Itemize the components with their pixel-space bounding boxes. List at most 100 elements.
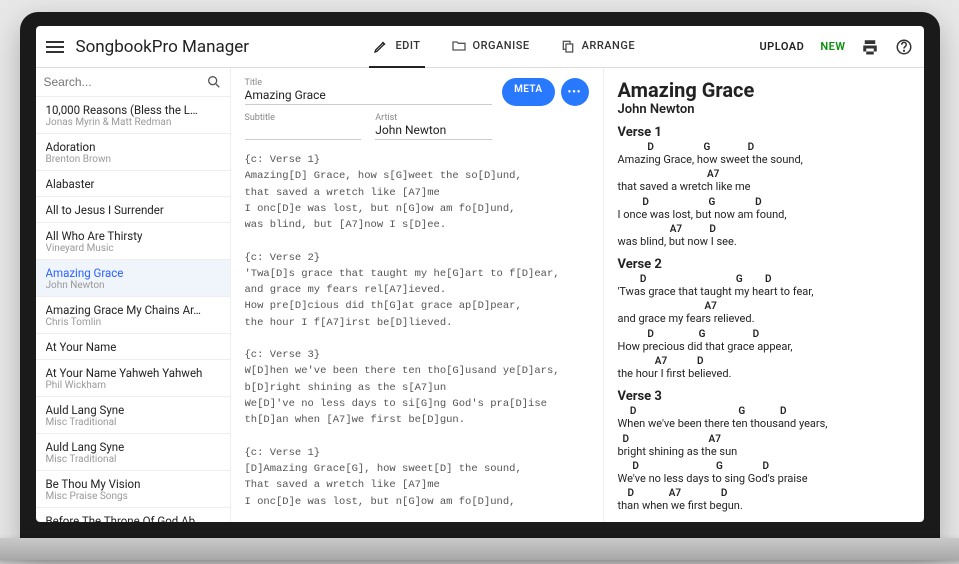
right-actions: UPLOAD NEW bbox=[759, 38, 913, 56]
song-artist: Misc Praise Songs bbox=[46, 491, 220, 502]
main-tabs: EDIT ORGANISE ARRANGE bbox=[369, 26, 639, 68]
chord-line: D G D bbox=[618, 461, 910, 472]
tab-organise[interactable]: ORGANISE bbox=[447, 26, 534, 68]
lyric-line: I once was lost, but now am found, bbox=[618, 208, 910, 222]
editor-pane: Title Amazing Grace Subtitle Artist John… bbox=[231, 68, 604, 522]
chord-line: D A7 D bbox=[618, 488, 910, 499]
top-bar: SongbookPro Manager EDIT ORGANISE ARRANG… bbox=[36, 26, 924, 68]
song-artist: Misc Traditional bbox=[46, 454, 220, 465]
lyric-line: was blind, but now I see. bbox=[618, 235, 910, 249]
chord-line: A7 D bbox=[618, 224, 910, 235]
tab-arrange-label: ARRANGE bbox=[582, 39, 635, 52]
help-icon[interactable] bbox=[895, 38, 913, 56]
song-item[interactable]: All Who Are ThirstyVineyard Music bbox=[36, 223, 230, 260]
subtitle-field[interactable]: Subtitle bbox=[245, 113, 362, 140]
song-item[interactable]: All to Jesus I Surrender bbox=[36, 197, 230, 223]
title-field-value: Amazing Grace bbox=[245, 88, 493, 102]
song-title: At Your Name bbox=[46, 340, 220, 354]
tab-edit[interactable]: EDIT bbox=[369, 26, 424, 68]
chord-line: D G D bbox=[618, 329, 910, 340]
song-title: Amazing Grace bbox=[46, 266, 220, 280]
chord-line: D G D bbox=[618, 406, 910, 417]
song-title: Auld Lang Syne bbox=[46, 403, 220, 417]
song-item[interactable]: 10,000 Reasons (Bless the L…Jonas Myrin … bbox=[36, 97, 230, 134]
song-title: Be Thou My Vision bbox=[46, 477, 220, 491]
song-artist: Phil Wickham bbox=[46, 380, 220, 391]
search-input[interactable] bbox=[44, 75, 206, 89]
song-title: All Who Are Thirsty bbox=[46, 229, 220, 243]
song-title: Alabaster bbox=[46, 177, 220, 191]
lyric-line: bright shining as the sun bbox=[618, 445, 910, 459]
lyric-line: than when we first begun. bbox=[618, 499, 910, 513]
search-row bbox=[36, 68, 230, 97]
song-artist: Chris Tomlin bbox=[46, 317, 220, 328]
title-field[interactable]: Title Amazing Grace bbox=[245, 78, 493, 105]
section-label: Verse 1 bbox=[618, 125, 910, 140]
section-label: Verse 2 bbox=[618, 257, 910, 272]
song-item[interactable]: Amazing Grace My Chains Ar…Chris Tomlin bbox=[36, 297, 230, 334]
song-item[interactable]: Be Thou My VisionMisc Praise Songs bbox=[36, 471, 230, 508]
meta-button[interactable]: META bbox=[502, 78, 554, 106]
song-item[interactable]: AdorationBrenton Brown bbox=[36, 134, 230, 171]
song-title: Amazing Grace My Chains Ar… bbox=[46, 303, 220, 317]
tab-edit-label: EDIT bbox=[395, 39, 420, 52]
song-item[interactable]: Amazing GraceJohn Newton bbox=[36, 260, 230, 297]
artist-field[interactable]: Artist John Newton bbox=[375, 113, 492, 140]
chord-line: A7 D bbox=[618, 356, 910, 367]
chordpro-editor[interactable]: {c: Verse 1} Amazing[D] Grace, how s[G]w… bbox=[245, 152, 589, 512]
sidebar: 10,000 Reasons (Bless the L…Jonas Myrin … bbox=[36, 68, 231, 522]
lyric-line: Amazing Grace, how sweet the sound, bbox=[618, 153, 910, 167]
song-item[interactable]: At Your Name bbox=[36, 334, 230, 360]
song-artist: Misc Traditional bbox=[46, 417, 220, 428]
preview-section: Verse 2 D G D'Twas grace that taught my … bbox=[618, 257, 910, 381]
song-item[interactable]: Auld Lang SyneMisc Traditional bbox=[36, 397, 230, 434]
song-list: 10,000 Reasons (Bless the L…Jonas Myrin … bbox=[36, 97, 230, 522]
chord-line: D A7 bbox=[618, 434, 910, 445]
lyric-line: 'Twas grace that taught my heart to fear… bbox=[618, 285, 910, 299]
lyric-line: and grace my fears relieved. bbox=[618, 312, 910, 326]
subtitle-field-value bbox=[245, 123, 362, 137]
lyric-line: How precious did that grace appear, bbox=[618, 340, 910, 354]
chord-line: A7 bbox=[618, 301, 910, 312]
pencil-icon bbox=[373, 38, 389, 54]
section-label: Verse 3 bbox=[618, 389, 910, 404]
song-title: 10,000 Reasons (Bless the L… bbox=[46, 103, 220, 117]
lyric-line: We've no less days to sing God's praise bbox=[618, 472, 910, 486]
preview-pane: Amazing Grace John Newton Verse 1 D G DA… bbox=[604, 68, 924, 522]
artist-field-value: John Newton bbox=[375, 123, 492, 137]
preview-artist: John Newton bbox=[618, 102, 910, 117]
song-title: All to Jesus I Surrender bbox=[46, 203, 220, 217]
song-title: Adoration bbox=[46, 140, 220, 154]
stack-icon bbox=[560, 38, 576, 54]
song-title: At Your Name Yahweh Yahweh bbox=[46, 366, 220, 380]
song-artist: Jonas Myrin & Matt Redman bbox=[46, 117, 220, 128]
song-item[interactable]: Alabaster bbox=[36, 171, 230, 197]
more-button[interactable]: ••• bbox=[561, 78, 589, 106]
chord-line: D G D bbox=[618, 197, 910, 208]
title-field-label: Title bbox=[245, 78, 493, 88]
tab-arrange[interactable]: ARRANGE bbox=[556, 26, 639, 68]
chord-line: D G D bbox=[618, 142, 910, 153]
upload-button[interactable]: UPLOAD bbox=[759, 40, 804, 53]
menu-icon[interactable] bbox=[46, 37, 66, 57]
print-icon[interactable] bbox=[861, 38, 879, 56]
song-item[interactable]: At Your Name Yahweh YahwehPhil Wickham bbox=[36, 360, 230, 397]
lyric-line: the hour I first believed. bbox=[618, 367, 910, 381]
artist-field-label: Artist bbox=[375, 113, 492, 123]
preview-section: Verse 1 D G DAmazing Grace, how sweet th… bbox=[618, 125, 910, 249]
chord-line: A7 bbox=[618, 169, 910, 180]
search-icon[interactable] bbox=[206, 74, 222, 90]
song-title: Auld Lang Syne bbox=[46, 440, 220, 454]
preview-title: Amazing Grace bbox=[618, 78, 910, 102]
new-button[interactable]: NEW bbox=[820, 40, 845, 53]
song-title: Before The Throne Of God Ab… bbox=[46, 514, 220, 522]
lyric-line: When we've been there ten thousand years… bbox=[618, 417, 910, 431]
song-artist: Brenton Brown bbox=[46, 154, 220, 165]
subtitle-field-label: Subtitle bbox=[245, 113, 362, 123]
song-artist: John Newton bbox=[46, 280, 220, 291]
song-artist: Vineyard Music bbox=[46, 243, 220, 254]
chord-line: D G D bbox=[618, 274, 910, 285]
song-item[interactable]: Before The Throne Of God Ab… bbox=[36, 508, 230, 522]
tab-organise-label: ORGANISE bbox=[473, 39, 530, 52]
song-item[interactable]: Auld Lang SyneMisc Traditional bbox=[36, 434, 230, 471]
